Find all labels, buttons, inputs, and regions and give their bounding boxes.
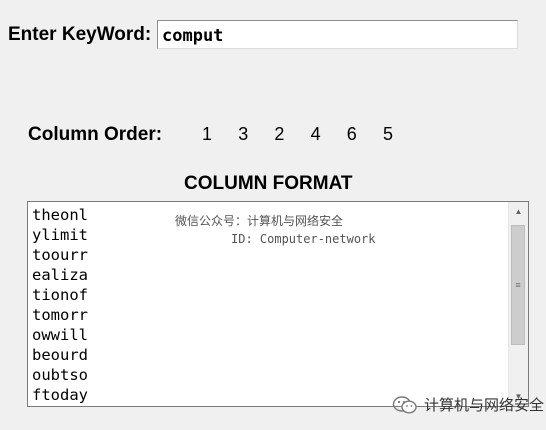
watermark-id: ID: Computer-network bbox=[231, 232, 376, 246]
wechat-icon bbox=[392, 395, 417, 414]
text-line: toourr bbox=[32, 246, 88, 264]
text-line: ealiza bbox=[32, 266, 88, 284]
column-order-value: 1 bbox=[202, 124, 213, 144]
column-order-value: 4 bbox=[310, 124, 321, 144]
column-format-lines: theonl ylimit toourr ealiza tionof tomor… bbox=[32, 205, 88, 405]
column-order-values: 1 3 2 4 6 5 bbox=[202, 124, 419, 145]
arrow-up-icon[interactable]: ▲ bbox=[509, 202, 528, 221]
column-order-label: Column Order: bbox=[28, 124, 163, 145]
text-line: tionof bbox=[32, 286, 88, 304]
column-order-value: 2 bbox=[274, 124, 285, 144]
watermark-wechat-account: 微信公众号：计算机与网络安全 bbox=[175, 214, 344, 228]
text-line: owwill bbox=[32, 326, 88, 344]
vertical-scrollbar[interactable]: ▲ ≡ ▼ bbox=[508, 202, 528, 406]
column-order-value: 5 bbox=[382, 124, 393, 144]
column-format-title: COLUMN FORMAT bbox=[184, 173, 353, 194]
column-order-value: 6 bbox=[346, 124, 357, 144]
grip-icon: ≡ bbox=[515, 279, 521, 290]
column-format-textarea[interactable]: theonl ylimit toourr ealiza tionof tomor… bbox=[27, 201, 529, 407]
text-line: ylimit bbox=[32, 226, 88, 244]
text-line: ftoday bbox=[32, 386, 88, 404]
text-line: oubtso bbox=[32, 366, 88, 384]
brand-text: 计算机与网络安全 bbox=[424, 397, 545, 414]
column-order-value: 3 bbox=[238, 124, 249, 144]
keyword-input[interactable] bbox=[157, 20, 518, 49]
text-line: beourd bbox=[32, 346, 88, 364]
text-line: tomorr bbox=[32, 306, 88, 324]
brand-watermark: 计算机与网络安全 bbox=[392, 394, 544, 415]
scrollbar-thumb[interactable]: ≡ bbox=[511, 225, 525, 345]
keyword-label: Enter KeyWord: bbox=[8, 24, 152, 45]
text-line: theonl bbox=[32, 206, 88, 224]
